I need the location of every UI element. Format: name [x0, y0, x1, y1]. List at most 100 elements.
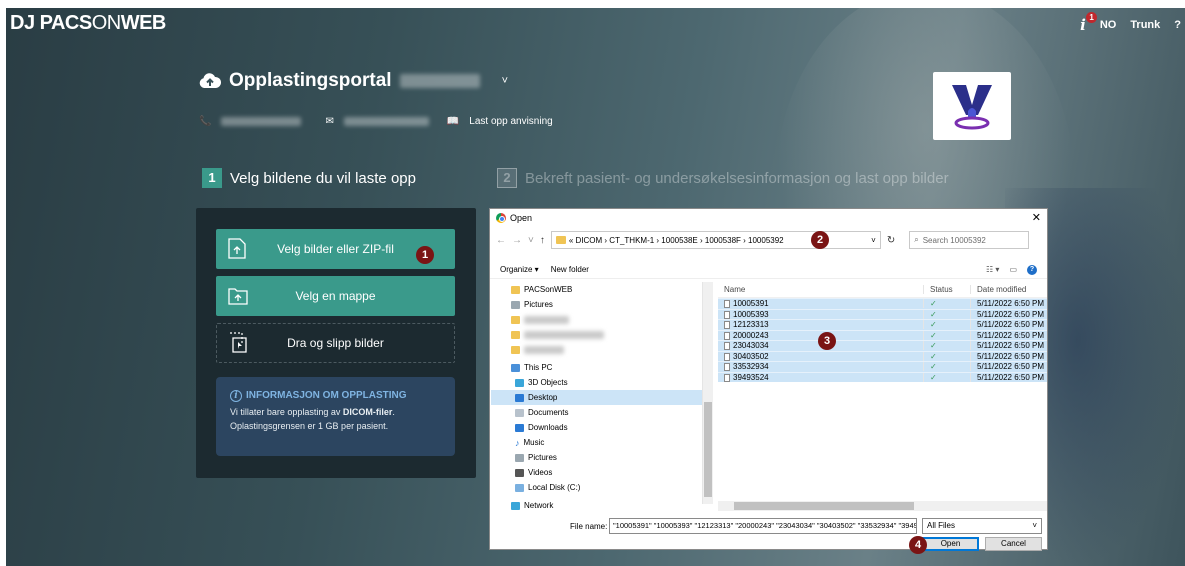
- new-folder-button[interactable]: New folder: [551, 265, 589, 274]
- file-row[interactable]: 23043034 ✓ 5/11/2022 6:50 PM: [718, 340, 1047, 351]
- choose-folder-button[interactable]: Velg en mappe: [216, 276, 455, 316]
- notification-badge: 1: [1086, 12, 1098, 23]
- nav-scrollbar[interactable]: [703, 282, 713, 504]
- brand-logo[interactable]: DJ PACSONWEB: [10, 12, 166, 35]
- info-circle-icon: i: [230, 390, 242, 402]
- file-icon: [724, 342, 730, 351]
- nav-item-3d-objects[interactable]: 3D Objects: [491, 375, 702, 390]
- nav-item-downloads[interactable]: Downloads: [491, 420, 702, 435]
- file-row[interactable]: 39493524 ✓ 5/11/2022 6:50 PM: [718, 371, 1047, 382]
- search-field[interactable]: ⌕ Search 10005392: [909, 231, 1030, 249]
- file-row[interactable]: 33532934 ✓ 5/11/2022 6:50 PM: [718, 361, 1047, 372]
- file-type-select[interactable]: All Files ˅: [922, 518, 1042, 534]
- file-name: 23043034: [733, 341, 769, 351]
- sync-status-icon: ✓: [923, 320, 970, 330]
- dialog-titlebar: Open ✕: [490, 209, 1047, 226]
- file-date: 5/11/2022 6:50 PM: [970, 320, 1047, 330]
- nav-item-redacted[interactable]: [491, 342, 702, 357]
- nav-item-local-disk[interactable]: Local Disk (C:): [491, 480, 702, 495]
- brand-thin: ON: [91, 12, 122, 34]
- nav-item-desktop[interactable]: Desktop: [491, 390, 702, 405]
- file-list-header: Name Status Date modified: [718, 282, 1047, 298]
- nav-label: Downloads: [528, 423, 568, 432]
- redacted-email: [343, 117, 429, 126]
- nav-item-network[interactable]: Network: [491, 498, 702, 513]
- back-arrow-icon[interactable]: ←: [496, 235, 506, 246]
- file-row[interactable]: 30403502 ✓ 5/11/2022 6:50 PM: [718, 350, 1047, 361]
- file-row[interactable]: 20000243 ✓ 5/11/2022 6:50 PM: [718, 329, 1047, 340]
- file-date: 5/11/2022 6:50 PM: [970, 309, 1047, 319]
- file-row[interactable]: 10005393 ✓ 5/11/2022 6:50 PM: [718, 308, 1047, 319]
- choose-folder-label: Velg en mappe: [295, 289, 376, 303]
- cloud-upload-icon: [199, 73, 221, 88]
- command-bar: Organize ▾ New folder ☷ ▾ ▭ ?: [490, 261, 1047, 279]
- upload-guide-link[interactable]: Last opp anvisning: [469, 116, 552, 127]
- folder-upload-icon: [228, 288, 248, 305]
- upload-panel: Velg bilder eller ZIP-fil Velg en mappe …: [196, 208, 476, 478]
- search-placeholder: Search 10005392: [922, 235, 986, 245]
- info-line-1-suffix: .: [392, 407, 395, 417]
- nav-label: Pictures: [528, 453, 557, 462]
- file-name: 39493524: [733, 372, 769, 382]
- navigation-pane: PACSonWEB Pictures This PC 3D Objects De…: [491, 282, 703, 510]
- open-button[interactable]: Open: [922, 537, 979, 551]
- column-status[interactable]: Status: [923, 285, 970, 294]
- step-2-label: Bekreft pasient- og undersøkelsesinforma…: [525, 169, 949, 187]
- info-icon[interactable]: i1: [1080, 12, 1098, 34]
- preview-pane-icon[interactable]: ▭: [1009, 265, 1017, 274]
- nav-item-redacted[interactable]: [491, 327, 702, 342]
- hscroll-thumb[interactable]: [734, 502, 914, 510]
- refresh-icon[interactable]: ↻: [887, 235, 895, 246]
- nav-label: Documents: [528, 408, 569, 417]
- help-icon[interactable]: ?: [1027, 264, 1037, 275]
- redacted-site-name: [399, 74, 480, 88]
- book-icon: 📖: [446, 116, 460, 127]
- user-menu[interactable]: Trunk: [1130, 19, 1160, 31]
- documents-icon: [515, 408, 524, 417]
- column-date-modified[interactable]: Date modified: [970, 285, 1047, 294]
- nav-item-pacsonweb[interactable]: PACSonWEB: [491, 282, 702, 297]
- pc-icon: [511, 363, 520, 372]
- nav-item-documents[interactable]: Documents: [491, 405, 702, 420]
- sync-status-icon: ✓: [923, 309, 970, 319]
- dialog-close-button[interactable]: ✕: [1032, 211, 1041, 224]
- view-options-icon[interactable]: ☷ ▾: [986, 265, 999, 274]
- mail-icon: ✉: [325, 116, 334, 127]
- nav-item-pictures-2[interactable]: Pictures: [491, 450, 702, 465]
- nav-item-videos[interactable]: Videos: [491, 465, 702, 480]
- redacted-folder: [524, 330, 604, 339]
- language-selector[interactable]: NO: [1100, 19, 1117, 31]
- upload-info-line-2: Oplastingsgrensen er 1 GB per pasient.: [230, 421, 389, 431]
- redacted-folder: [524, 345, 564, 354]
- file-name-input[interactable]: "10005391" "10005393" "12123313" "200002…: [609, 518, 917, 534]
- nav-label: Pictures: [524, 300, 553, 309]
- address-bar[interactable]: « DICOM › CT_THKM-1 › 1000538E › 1000538…: [550, 231, 881, 249]
- nav-scroll-thumb[interactable]: [704, 402, 712, 497]
- file-row[interactable]: 12123313 ✓ 5/11/2022 6:50 PM: [718, 319, 1047, 330]
- drop-zone[interactable]: Dra og slipp bilder: [216, 323, 455, 363]
- address-dropdown-icon[interactable]: ˅: [871, 236, 876, 245]
- file-name-label: File name:: [570, 521, 608, 531]
- forward-arrow-icon[interactable]: →: [512, 235, 522, 246]
- cancel-button[interactable]: Cancel: [985, 537, 1042, 551]
- callout-4: 4: [909, 536, 927, 554]
- sync-status-icon: ✓: [923, 341, 970, 351]
- nav-label: Desktop: [528, 393, 558, 402]
- info-line-1-bold: DICOM-filer: [342, 407, 393, 417]
- folder-icon: [511, 330, 520, 339]
- file-list-hscrollbar[interactable]: [718, 501, 1047, 511]
- callout-3: 3: [818, 332, 836, 350]
- upload-info-box: i INFORMASJON OM OPPLASTING Vi tillater …: [216, 377, 455, 456]
- help-link[interactable]: ?: [1174, 19, 1181, 31]
- up-arrow-icon[interactable]: ↑: [540, 235, 545, 246]
- nav-item-redacted[interactable]: [491, 312, 702, 327]
- folder-icon: [511, 285, 520, 294]
- nav-item-this-pc[interactable]: This PC: [491, 360, 702, 375]
- nav-item-pictures[interactable]: Pictures: [491, 297, 702, 312]
- file-row[interactable]: 10005391 ✓ 5/11/2022 6:50 PM: [718, 298, 1047, 309]
- recent-dropdown-icon[interactable]: ˅: [528, 235, 534, 246]
- portal-dropdown-icon[interactable]: ˅: [502, 75, 508, 87]
- nav-item-music[interactable]: ♪ Music: [491, 435, 702, 450]
- organize-menu[interactable]: Organize ▾: [500, 265, 539, 274]
- column-name[interactable]: Name: [718, 285, 923, 294]
